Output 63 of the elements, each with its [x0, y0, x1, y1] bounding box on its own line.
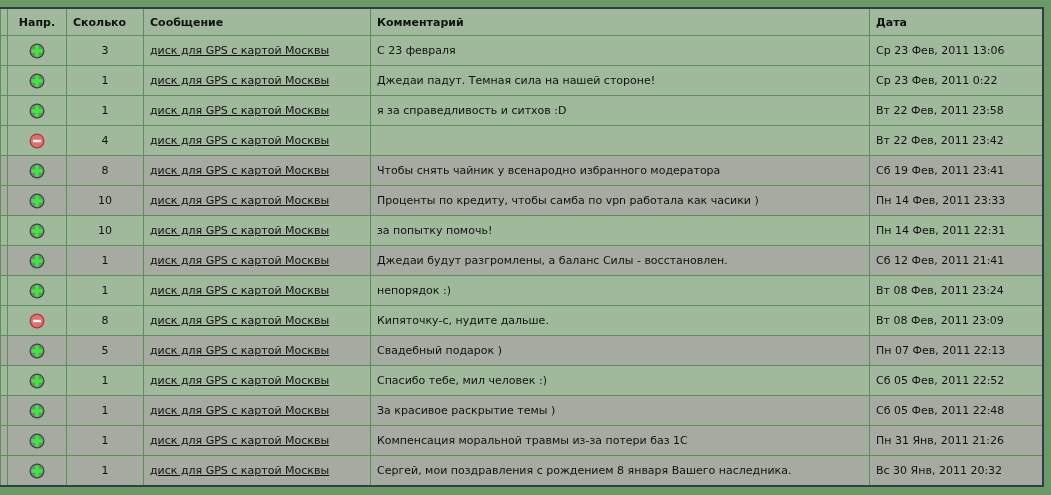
comment-text: Джедаи падут. Темная сила на нашей стороне! — [377, 74, 656, 87]
column-header: Сообщение — [143, 8, 371, 36]
comment-text: За красивое раскрытие темы ) — [377, 404, 556, 417]
plus-icon — [29, 432, 45, 449]
count-text: 1 — [101, 434, 109, 447]
count-text: 5 — [101, 344, 109, 357]
count-text: 8 — [101, 314, 109, 327]
count-text: 10 — [98, 224, 112, 237]
count-text: 1 — [101, 464, 109, 477]
plus-icon — [29, 72, 45, 89]
date-text: Сб 05 Фев, 2011 22:52 — [876, 374, 1005, 387]
plus-icon — [29, 42, 45, 59]
plus-icon — [29, 342, 45, 359]
date-text: Вт 22 Фев, 2011 23:58 — [876, 104, 1004, 117]
count-text: 1 — [101, 284, 109, 297]
date-text: Пн 14 Фев, 2011 23:33 — [876, 194, 1006, 207]
comment-text: Джедаи будут разгромлены, а баланс Силы - восстановлен. — [377, 254, 728, 267]
plus-icon — [29, 192, 45, 209]
comment-text: Свадебный подарок ) — [377, 344, 502, 357]
comment-text: за попытку помочь! — [377, 224, 493, 237]
count-text: 10 — [98, 194, 112, 207]
minus-icon — [29, 312, 45, 329]
date-text: Пн 31 Янв, 2011 21:26 — [876, 434, 1004, 447]
plus-icon — [29, 282, 45, 299]
date-text: Вт 08 Фев, 2011 23:09 — [876, 314, 1004, 327]
date-text: Ср 23 Фев, 2011 0:22 — [876, 74, 998, 87]
column-header: Напр. — [7, 8, 67, 36]
count-text: 1 — [101, 74, 109, 87]
plus-icon — [29, 102, 45, 119]
count-text: 8 — [101, 164, 109, 177]
column-header: Сколько — [66, 8, 144, 36]
date-text: Сб 05 Фев, 2011 22:48 — [876, 404, 1005, 417]
comment-text: Сергей, мои поздравления с рождением 8 января Вашего наследника. — [377, 464, 792, 477]
count-text: 1 — [101, 374, 109, 387]
count-text: 3 — [101, 44, 109, 57]
date-text: Вт 08 Фев, 2011 23:24 — [876, 284, 1004, 297]
date-text: Пн 14 Фев, 2011 22:31 — [876, 224, 1006, 237]
comment-text: Спасибо тебе, мил человек :) — [377, 374, 547, 387]
date-text: Вс 30 Янв, 2011 20:32 — [876, 464, 1003, 477]
column-header: Комментарий — [370, 8, 870, 36]
date-text: Сб 12 Фев, 2011 21:41 — [876, 254, 1005, 267]
count-text: 4 — [101, 134, 109, 147]
plus-icon — [29, 162, 45, 179]
comment-text: Проценты по кредиту, чтобы самба по vpn работала как часики ) — [377, 194, 759, 207]
count-text: 1 — [101, 104, 109, 117]
count-text: 1 — [101, 404, 109, 417]
comment-text: непорядок :) — [377, 284, 451, 297]
minus-icon — [29, 132, 45, 149]
comment-text: Чтобы снять чайник у всенародно избранного модератора — [377, 164, 721, 177]
count-text: 1 — [101, 254, 109, 267]
plus-icon — [29, 402, 45, 419]
comment-text: Компенсация моральной травмы из-за потери баз 1С — [377, 434, 688, 447]
comment-text: Кипяточку-с, нудите дальше. — [377, 314, 549, 327]
date-text: Ср 23 Фев, 2011 13:06 — [876, 44, 1005, 57]
date-text: Сб 19 Фев, 2011 23:41 — [876, 164, 1005, 177]
date-text: Вт 22 Фев, 2011 23:42 — [876, 134, 1004, 147]
comment-text: С 23 февраля — [377, 44, 456, 57]
plus-icon — [29, 222, 45, 239]
plus-icon — [29, 462, 45, 479]
plus-icon — [29, 372, 45, 389]
plus-icon — [29, 252, 45, 269]
comment-text: я за справедливость и ситхов :D — [377, 104, 567, 117]
date-text: Пн 07 Фев, 2011 22:13 — [876, 344, 1006, 357]
